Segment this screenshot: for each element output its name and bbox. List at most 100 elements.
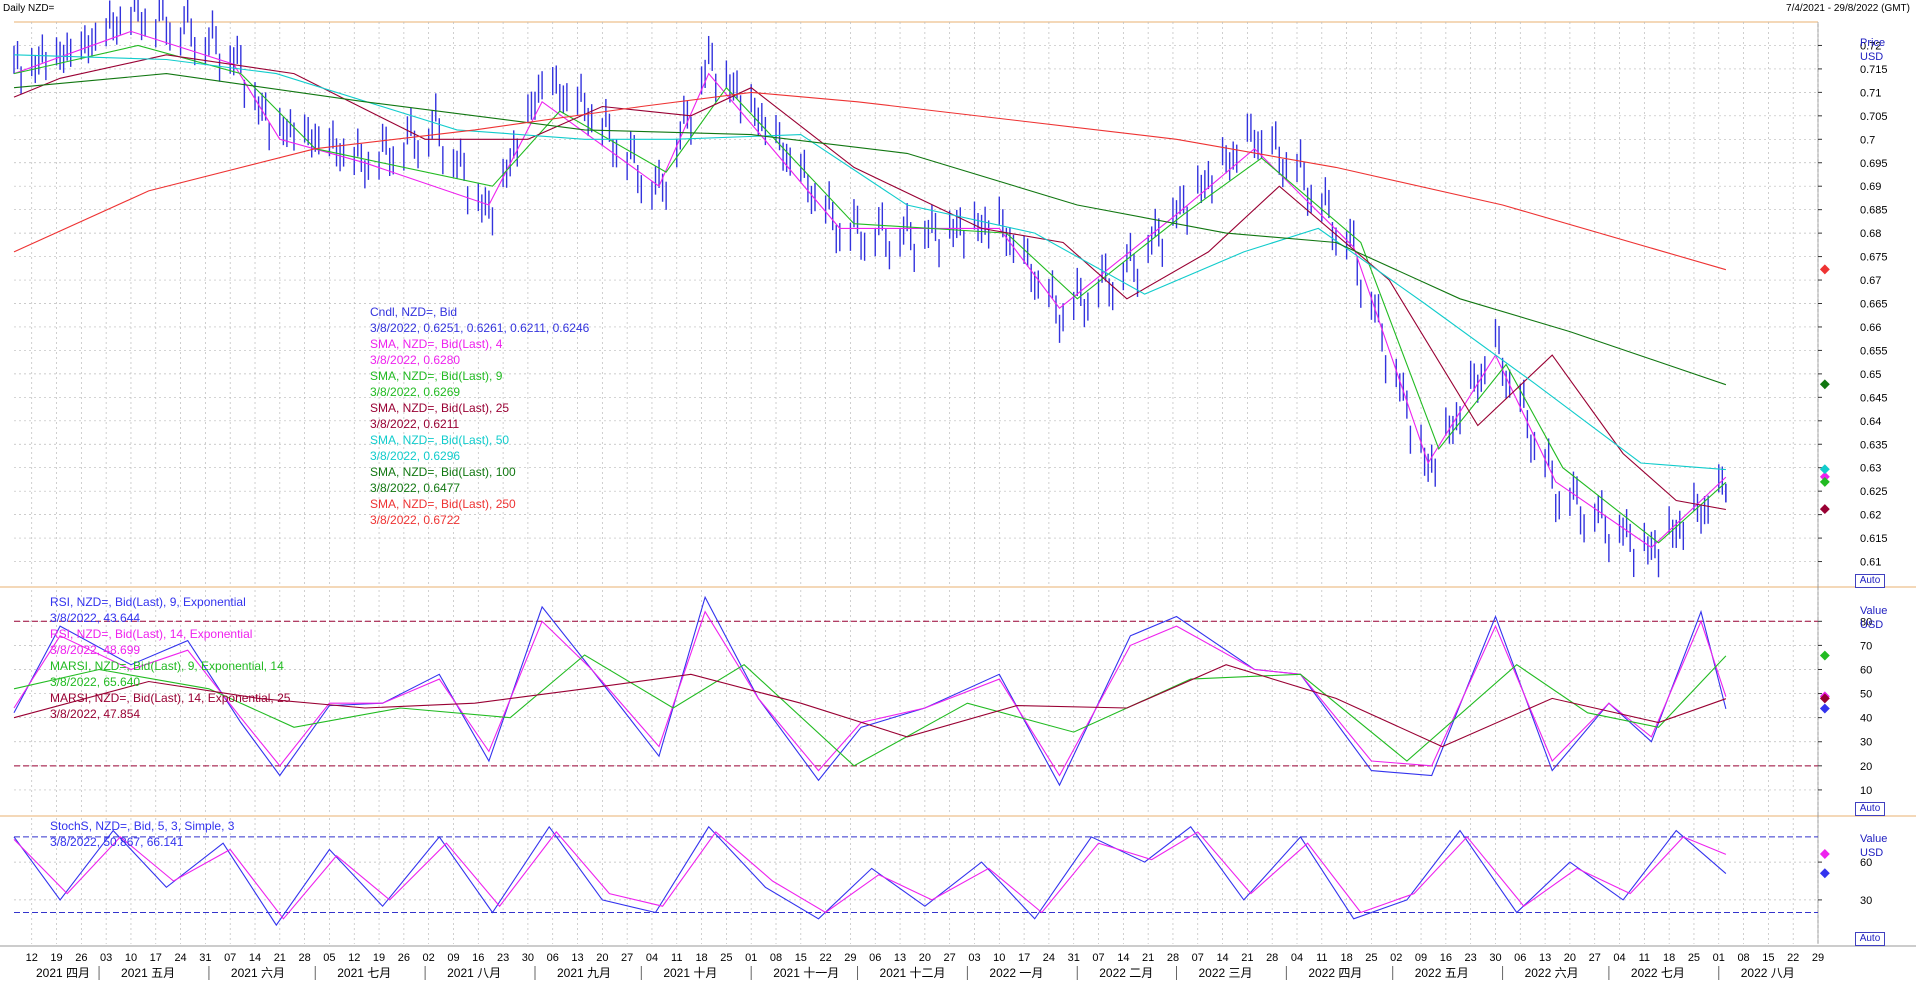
x-tick-label: 22 (1787, 952, 1799, 964)
x-tick-label: 25 (1365, 952, 1377, 964)
last-value-marker (1819, 703, 1830, 714)
x-tick-label: 28 (1167, 952, 1179, 964)
chart-canvas[interactable]: 12 19 26 03 10 17 24 31 07 14 21 28 05 12 19 26 02 09 16 23… (0, 0, 1916, 982)
y-axis-title: Value (1860, 605, 1887, 617)
x-tick-label: 29 (844, 952, 856, 964)
x-tick-label: 13 (1539, 952, 1551, 964)
series-line (13, 30, 1727, 549)
y-tick-label: 40 (1860, 713, 1872, 725)
legend-value: 3/8/2022, 0.6296 (370, 449, 461, 463)
y-tick-label: 0.705 (1860, 111, 1888, 123)
x-month-label: 2022 三月 (1198, 966, 1252, 980)
x-tick-label: 13 (894, 952, 906, 964)
y-tick-label: 0.645 (1860, 392, 1888, 404)
y-tick-label: 0.69 (1860, 181, 1881, 193)
x-month-label: 2021 七月 (337, 966, 391, 980)
x-tick-label: 11 (1639, 952, 1650, 964)
x-tick-label: 27 (1589, 952, 1601, 964)
legend-title: SMA, NZD=, Bid(Last), 9 (370, 369, 503, 383)
x-tick-label: 04 (1613, 952, 1625, 964)
legend-title: RSI, NZD=, Bid(Last), 9, Exponential (50, 595, 246, 609)
x-tick-label: 17 (150, 952, 162, 964)
x-tick-label: 18 (1663, 952, 1675, 964)
y-tick-label: 0.61 (1860, 557, 1881, 569)
y-tick-label: 0.715 (1860, 64, 1888, 76)
x-tick-label: 18 (1340, 952, 1352, 964)
x-tick-label: 14 (1117, 952, 1129, 964)
rsi-legend: RSI, NZD=, Bid(Last), 9, Exponential 3/8/… (50, 594, 290, 722)
x-tick-label: 06 (869, 952, 881, 964)
series-line (13, 54, 1726, 511)
x-tick-label: 02 (423, 952, 435, 964)
y-axis-unit: USD (1860, 847, 1883, 859)
x-tick-label: 10 (125, 952, 137, 964)
legend-title: MARSI, NZD=, Bid(Last), 9, Exponential, … (50, 659, 284, 673)
legend-value: 3/8/2022, 65.640 (50, 675, 141, 689)
last-value-marker (1819, 464, 1830, 475)
y-tick-label: 0.64 (1860, 416, 1881, 428)
x-tick-label: 24 (174, 952, 186, 964)
y-axis-title: Value (1860, 833, 1887, 845)
x-tick-label: 25 (1688, 952, 1700, 964)
legend-value: 3/8/2022, 0.6280 (370, 353, 461, 367)
y-tick-label: 0.7 (1860, 134, 1875, 146)
x-tick-label: 21 (274, 952, 286, 964)
x-tick-label: 28 (298, 952, 310, 964)
x-month-label: 2022 四月 (1308, 966, 1362, 980)
x-tick-label: 15 (795, 952, 807, 964)
x-tick-label: 30 (522, 952, 534, 964)
y-tick-label: 0.665 (1860, 299, 1888, 311)
y-tick-label: 0.675 (1860, 252, 1888, 264)
y-tick-label: 30 (1860, 737, 1872, 749)
x-tick-label: 09 (1415, 952, 1427, 964)
stoch-auto-button[interactable]: Auto (1855, 932, 1885, 946)
price-auto-button[interactable]: Auto (1855, 574, 1885, 588)
rsi-auto-button[interactable]: Auto (1855, 802, 1885, 816)
legend-value: 3/8/2022, 0.6251, 0.6261, 0.6211, 0.6246 (370, 321, 590, 335)
stoch-legend: StochS, NZD=, Bid, 5, 3, Simple, 3 3/8/20… (50, 818, 234, 850)
y-tick-label: 20 (1860, 761, 1872, 773)
legend-value: 3/8/2022, 43.644 (50, 611, 141, 625)
y-tick-label: 0.615 (1860, 533, 1888, 545)
y-axis-title: Price (1860, 37, 1885, 49)
y-axis-unit: USD (1860, 51, 1883, 63)
series-line (13, 73, 1727, 386)
x-tick-label: 20 (596, 952, 608, 964)
x-tick-label: 12 (348, 952, 360, 964)
x-tick-label: 15 (1762, 952, 1774, 964)
last-value-marker (1819, 264, 1830, 275)
x-tick-label: 10 (993, 952, 1005, 964)
y-tick-label: 0.66 (1860, 322, 1881, 334)
x-tick-label: 11 (671, 952, 682, 964)
x-tick-label: 04 (646, 952, 658, 964)
x-tick-label: 03 (968, 952, 980, 964)
x-tick-label: 07 (224, 952, 236, 964)
legend-value: 3/8/2022, 0.6722 (370, 513, 461, 527)
x-tick-label: 03 (100, 952, 112, 964)
x-month-label: 2022 八月 (1741, 966, 1795, 980)
x-month-label: 2021 六月 (231, 966, 285, 980)
x-tick-label: 01 (1713, 952, 1725, 964)
chart-window: Daily NZD= 7/4/2021 - 29/8/2022 (GMT) 12… (0, 0, 1916, 982)
x-tick-label: 06 (547, 952, 559, 964)
legend-title: Cndl, NZD=, Bid (370, 305, 458, 319)
legend-title: SMA, NZD=, Bid(Last), 100 (370, 465, 516, 479)
legend-title: MARSI, NZD=, Bid(Last), 14, Exponential,… (50, 691, 291, 705)
x-tick-label: 08 (1737, 952, 1749, 964)
x-tick-label: 16 (472, 952, 484, 964)
last-value-marker (1819, 849, 1830, 859)
y-tick-label: 0.68 (1860, 228, 1881, 240)
x-month-label: 2021 十一月 (773, 966, 839, 980)
x-tick-label: 14 (249, 952, 261, 964)
y-tick-label: 0.625 (1860, 486, 1888, 498)
series-line (13, 54, 1726, 471)
x-month-label: 2022 一月 (989, 966, 1043, 980)
price-legend: Cndl, NZD=, Bid 3/8/2022, 0.6251, 0.6261,… (370, 304, 589, 528)
y-tick-label: 0.67 (1860, 275, 1881, 287)
x-tick-label: 27 (944, 952, 956, 964)
y-tick-label: 0.63 (1860, 463, 1881, 475)
legend-value: 3/8/2022, 0.6477 (370, 481, 461, 495)
legend-title: SMA, NZD=, Bid(Last), 4 (370, 337, 503, 351)
series-line (13, 825, 1727, 927)
y-tick-label: 0.685 (1860, 205, 1888, 217)
